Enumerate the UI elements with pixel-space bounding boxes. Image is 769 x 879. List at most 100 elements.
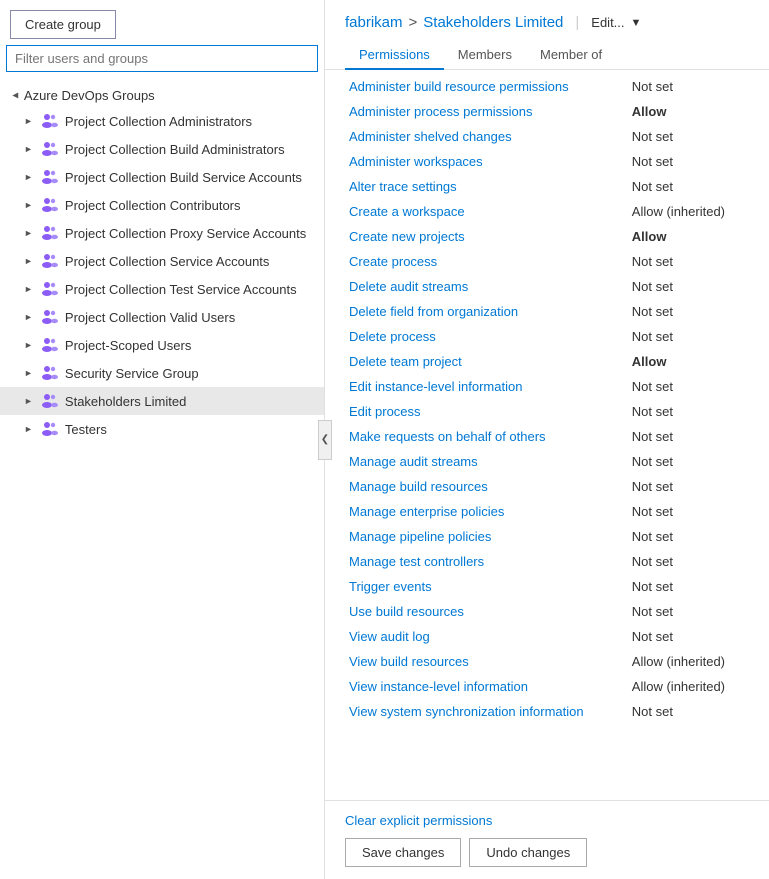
tree-item[interactable]: ► Project Collection Proxy Service Accou… [0,219,324,247]
tree-item[interactable]: ► Stakeholders Limited [0,387,324,415]
permission-name[interactable]: View audit log [345,624,628,649]
tree-item[interactable]: ► Project Collection Administrators [0,107,324,135]
permission-name[interactable]: Edit instance-level information [345,374,628,399]
permission-value[interactable]: Not set [628,149,749,174]
permission-value[interactable]: Not set [628,449,749,474]
tree-item[interactable]: ► Testers [0,415,324,443]
tree-item[interactable]: ► Project Collection Valid Users [0,303,324,331]
permission-value[interactable]: Not set [628,74,749,99]
permission-value[interactable]: Not set [628,524,749,549]
footer-area: Clear explicit permissions Save changes … [325,800,769,879]
permission-name[interactable]: Alter trace settings [345,174,628,199]
permission-name[interactable]: Manage build resources [345,474,628,499]
tree-item[interactable]: ► Project Collection Build Administrator… [0,135,324,163]
chevron-right-icon: ► [24,396,33,406]
permission-name[interactable]: Administer build resource permissions [345,74,628,99]
create-group-button[interactable]: Create group [10,10,116,39]
group-icon [39,111,59,131]
permission-name[interactable]: Create new projects [345,224,628,249]
table-row: Create processNot set [345,249,749,274]
group-icon [39,251,59,271]
group-icon [39,335,59,355]
permission-value[interactable]: Not set [628,699,749,724]
permission-name[interactable]: Delete team project [345,349,628,374]
permission-name[interactable]: View instance-level information [345,674,628,699]
table-row: Administer shelved changesNot set [345,124,749,149]
undo-button[interactable]: Undo changes [469,838,587,867]
permission-name[interactable]: Manage audit streams [345,449,628,474]
filter-input[interactable] [6,45,318,72]
tree-section: ▼ Azure DevOps Groups ► Project Collecti… [0,80,324,879]
permission-value[interactable]: Allow [628,224,749,249]
permission-value[interactable]: Allow (inherited) [628,674,749,699]
permission-name[interactable]: Create a workspace [345,199,628,224]
group-name: Project Collection Test Service Accounts [65,282,297,297]
tree-item[interactable]: ► Project Collection Contributors [0,191,324,219]
tree-item[interactable]: ► Project Collection Build Service Accou… [0,163,324,191]
permission-name[interactable]: View system synchronization information [345,699,628,724]
permission-name[interactable]: Trigger events [345,574,628,599]
permission-name[interactable]: Manage enterprise policies [345,499,628,524]
permission-name[interactable]: Administer shelved changes [345,124,628,149]
tree-item[interactable]: ► Project Collection Service Accounts [0,247,324,275]
table-row: Create a workspaceAllow (inherited) [345,199,749,224]
permission-value[interactable]: Not set [628,574,749,599]
permission-name[interactable]: Administer process permissions [345,99,628,124]
tab-permissions[interactable]: Permissions [345,41,444,70]
tab-member-of[interactable]: Member of [526,41,616,70]
collapse-panel-button[interactable]: ❮ [318,420,332,460]
permission-value[interactable]: Not set [628,474,749,499]
permission-value[interactable]: Allow (inherited) [628,199,749,224]
tree-item[interactable]: ► Project Collection Test Service Accoun… [0,275,324,303]
footer-buttons: Save changes Undo changes [345,838,749,867]
permission-name[interactable]: Delete field from organization [345,299,628,324]
breadcrumb-org[interactable]: fabrikam [345,14,403,31]
permission-name[interactable]: Use build resources [345,599,628,624]
tree-group-label-text: Azure DevOps Groups [24,88,155,103]
permission-value[interactable]: Allow [628,99,749,124]
permission-value[interactable]: Not set [628,124,749,149]
permission-name[interactable]: Create process [345,249,628,274]
permission-value[interactable]: Not set [628,599,749,624]
tree-group-header[interactable]: ▼ Azure DevOps Groups [0,84,324,107]
tree-item[interactable]: ► Security Service Group [0,359,324,387]
clear-permissions-link[interactable]: Clear explicit permissions [345,813,749,828]
permission-value[interactable]: Not set [628,499,749,524]
group-name: Project-Scoped Users [65,338,191,353]
save-button[interactable]: Save changes [345,838,461,867]
table-row: Alter trace settingsNot set [345,174,749,199]
permission-value[interactable]: Not set [628,399,749,424]
right-panel: fabrikam > Stakeholders Limited | Edit..… [325,0,769,879]
table-row: Manage audit streamsNot set [345,449,749,474]
permission-value[interactable]: Not set [628,299,749,324]
breadcrumb-edit[interactable]: Edit... [591,15,624,30]
breadcrumb-edit-arrow[interactable]: ▼ [631,17,642,29]
permission-name[interactable]: Manage pipeline policies [345,524,628,549]
permission-name[interactable]: Manage test controllers [345,549,628,574]
table-row: Manage pipeline policiesNot set [345,524,749,549]
permission-value[interactable]: Allow [628,349,749,374]
permission-value[interactable]: Allow (inherited) [628,649,749,674]
permission-value[interactable]: Not set [628,274,749,299]
table-row: Create new projectsAllow [345,224,749,249]
permission-value[interactable]: Not set [628,324,749,349]
permission-name[interactable]: Delete audit streams [345,274,628,299]
tree-item[interactable]: ► Project-Scoped Users [0,331,324,359]
permission-name[interactable]: Make requests on behalf of others [345,424,628,449]
permission-name[interactable]: Administer workspaces [345,149,628,174]
permission-name[interactable]: Delete process [345,324,628,349]
tab-members[interactable]: Members [444,41,526,70]
permission-value[interactable]: Not set [628,374,749,399]
permission-name[interactable]: View build resources [345,649,628,674]
group-name: Project Collection Proxy Service Account… [65,226,306,241]
table-row: Manage test controllersNot set [345,549,749,574]
tree-items: ► Project Collection Administrators ► Pr… [0,107,324,443]
permission-name[interactable]: Edit process [345,399,628,424]
group-icon [39,167,59,187]
permission-value[interactable]: Not set [628,174,749,199]
group-name: Project Collection Build Administrators [65,142,285,157]
permission-value[interactable]: Not set [628,624,749,649]
permission-value[interactable]: Not set [628,424,749,449]
permission-value[interactable]: Not set [628,249,749,274]
permission-value[interactable]: Not set [628,549,749,574]
